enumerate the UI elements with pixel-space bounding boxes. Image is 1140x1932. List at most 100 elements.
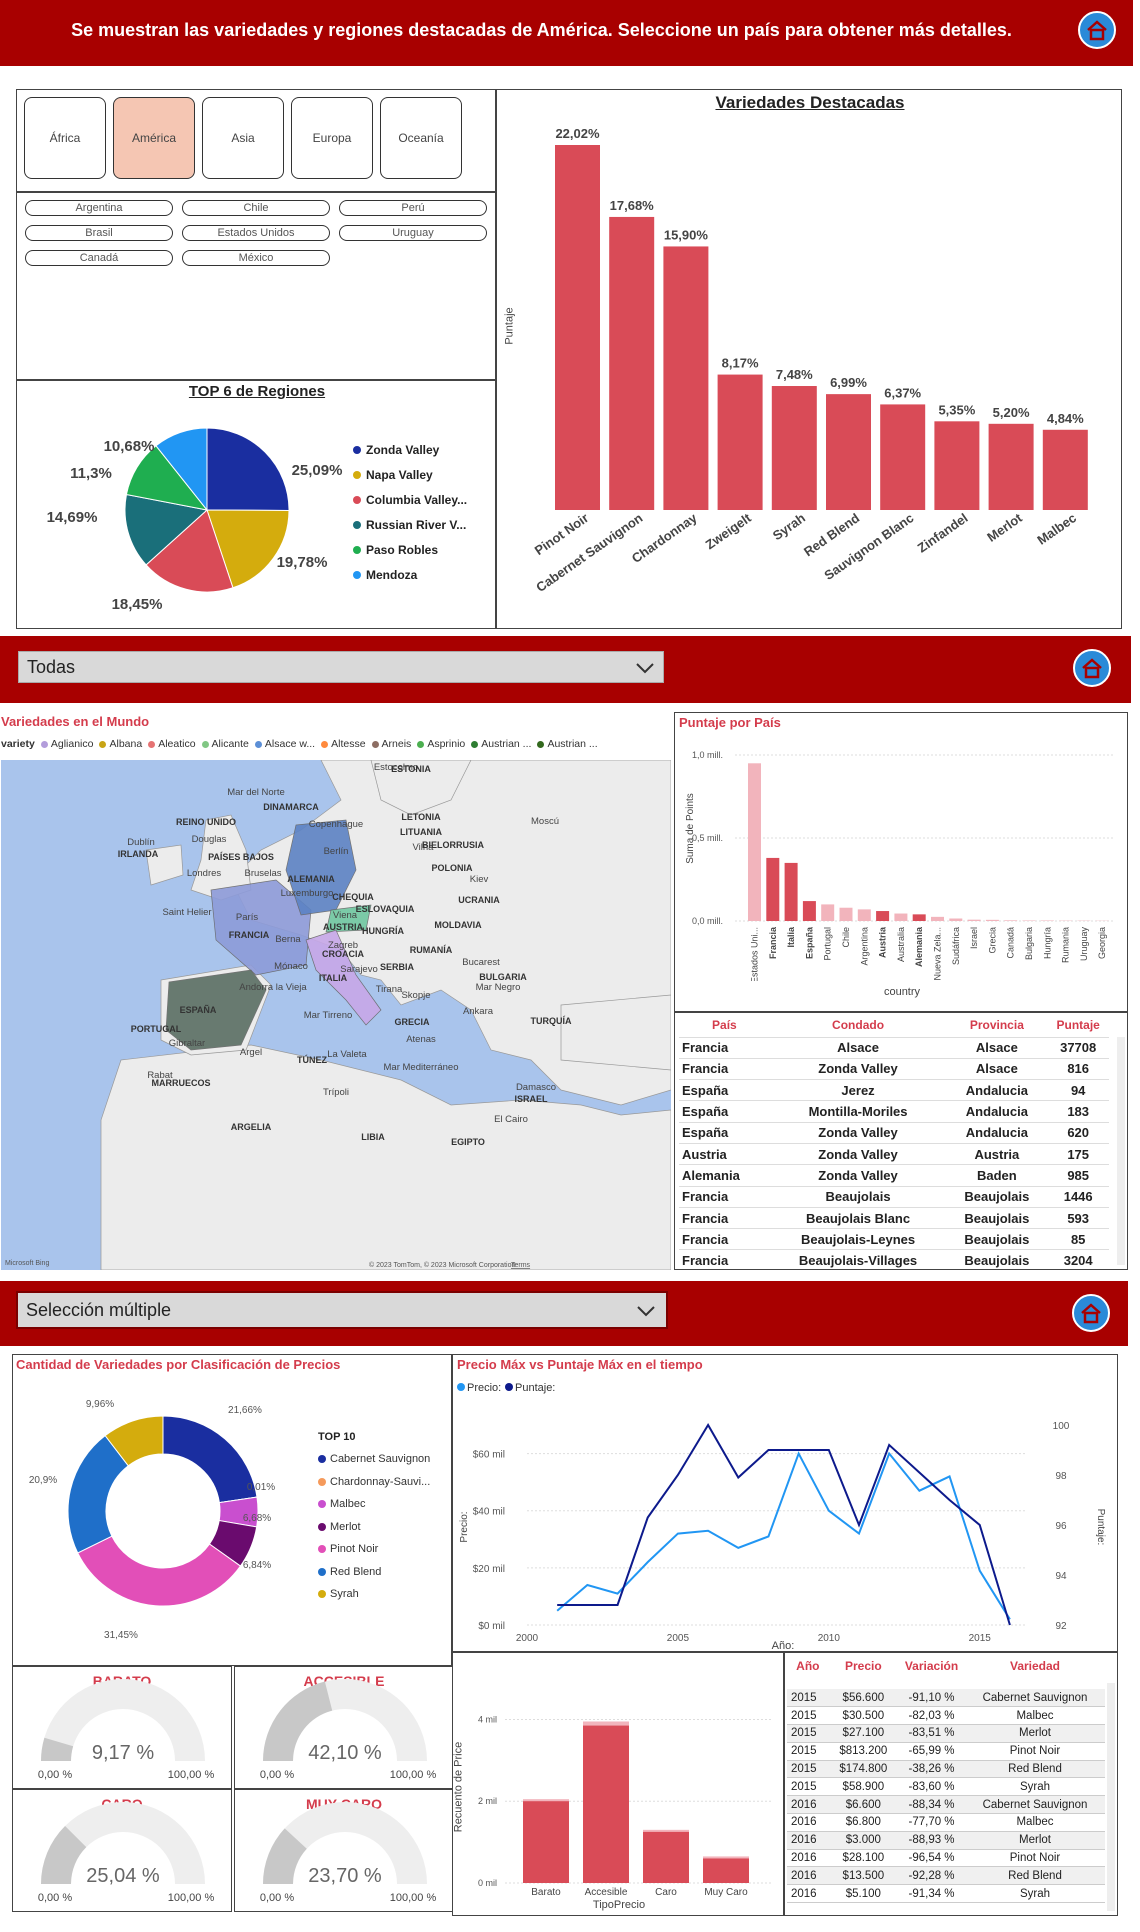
gauge-value: 9,17 % [92, 1742, 154, 1764]
country-button-brasil[interactable]: Brasil [25, 225, 173, 241]
ytick-right: 94 [1055, 1571, 1067, 1582]
country-button-argentina[interactable]: Argentina [25, 200, 173, 216]
map-credit: © 2023 TomTom, © 2023 Microsoft Corporat… [369, 1261, 515, 1269]
country-button-canada[interactable]: Canadá [25, 250, 173, 266]
ytick-right: 100 [1053, 1421, 1070, 1432]
map-label-argel: Argel [240, 1047, 262, 1058]
table2-header-precio[interactable]: Precio [829, 1653, 898, 1689]
donut-label: 9,96% [86, 1399, 114, 1410]
world-map[interactable]: EstocolmoESTONIAMar del NorteDINAMARCALE… [1, 760, 671, 1270]
table-cell: Francia [682, 1253, 729, 1269]
continent-button-asia[interactable]: Asia [202, 97, 284, 179]
country-label: Rumania [1061, 927, 1071, 963]
map-legend-item-arneis: Arneis [381, 738, 412, 750]
table-cell: Zonda Valley [818, 1146, 898, 1162]
pie-slice-zonda-valley [206, 427, 290, 511]
price-bar-muy-caro [703, 1858, 749, 1883]
bar-malbec [1042, 429, 1088, 510]
continent-button-america[interactable]: América [113, 97, 195, 179]
table2-cell: 2016 [787, 1849, 829, 1868]
table2-cell: -88,34 % [898, 1795, 966, 1815]
table2-header-variedad[interactable]: Variedad [965, 1653, 1105, 1689]
price-bar-barato [523, 1801, 569, 1883]
legend-label: Zonda Valley [366, 442, 440, 457]
table-cell: Beaujolais [964, 1189, 1030, 1205]
map-label-tripoli: Trípoli [323, 1087, 349, 1098]
map-label-skopje: Skopje [401, 990, 430, 1001]
legend-dot-price [457, 1383, 465, 1391]
country-bar-espana [802, 901, 816, 921]
variety-dropdown[interactable]: Todas [18, 651, 664, 683]
table2-cell: 2016 [787, 1831, 829, 1850]
gauge-chart: 25,04 % 0,00 % 100,00 % [38, 1802, 214, 1904]
table-cell: Beaujolais-Villages [798, 1253, 918, 1269]
country-button-peru[interactable]: Perú [339, 200, 487, 216]
ylabel-right: Puntaje: [1095, 1509, 1106, 1546]
donut-label: 0,01% [247, 1482, 275, 1493]
legend-label: Pinot Noir [330, 1543, 379, 1556]
country-button-uruguay[interactable]: Uruguay [339, 225, 487, 241]
map-label-estonia: ESTONIA [391, 764, 431, 774]
table-row: España Zonda Valley Andalucia 620 [679, 1122, 1109, 1143]
map-label-berlin: Berlín [324, 846, 349, 857]
table-cell: Alsace [975, 1061, 1018, 1077]
home-button-3[interactable] [1072, 1294, 1110, 1332]
table-cell: 620 [1067, 1125, 1090, 1141]
featured-varieties-chart: 22,02%Pinot Noir17,68%Cabernet Sauvignon… [532, 126, 1088, 595]
continent-button-europa[interactable]: Europa [291, 97, 373, 179]
gauge-chart: 42,10 % 0,00 % 100,00 % [260, 1679, 436, 1781]
continent-button-oceania[interactable]: Oceanía [380, 97, 462, 179]
table-header-provincia[interactable]: Provincia [946, 1013, 1047, 1037]
map-legend-dot [148, 740, 156, 748]
country-bar-chile [839, 907, 853, 921]
table2-cell: -91,10 % [898, 1689, 966, 1708]
home-icon [1087, 20, 1107, 41]
continent-button-africa[interactable]: África [24, 97, 106, 179]
table2-header-ano[interactable]: Año [787, 1653, 829, 1689]
map-terms-link: Terms [511, 1262, 531, 1269]
country-button-chile[interactable]: Chile [182, 200, 330, 216]
table-header-pais[interactable]: País [679, 1013, 770, 1037]
legend-item-paso-robles: Paso Robles [353, 537, 493, 562]
table-scrollbar[interactable] [1117, 1037, 1125, 1265]
table2-scrollbar[interactable] [1107, 1683, 1115, 1911]
legend-dot [318, 1455, 326, 1464]
home-button-2[interactable] [1073, 649, 1111, 687]
map-label-monaco: Mónaco [274, 961, 308, 972]
legend-price: Precio: [467, 1382, 501, 1394]
map-label-bielorrusia: BIELORRUSIA [422, 840, 485, 850]
table-row: Francia Alsace Alsace 37708 [679, 1037, 1109, 1058]
table2-cell: Red Blend [965, 1866, 1105, 1886]
variety-multiselect-dropdown[interactable]: Selección múltiple [16, 1291, 668, 1329]
table2-cell: $28.100 [828, 1849, 899, 1868]
map-label-bulgaria: BULGARIA [479, 972, 527, 982]
table2-cell: Malbec [965, 1813, 1105, 1832]
featured-ylabel: Puntaje [503, 307, 516, 345]
country-label: Bulgaria [1024, 927, 1034, 960]
gauge-value: 23,70 % [308, 1865, 382, 1887]
table-cell: Beaujolais Blanc [806, 1210, 911, 1226]
table2-row: 2015 $30.500 -82,03 % Malbec [787, 1706, 1105, 1726]
score-country-title: Puntaje por País [679, 715, 781, 730]
legend-label: Russian River V... [366, 517, 467, 532]
table2-cell: $27.100 [828, 1724, 899, 1743]
ylabel-left: Precio: [459, 1511, 470, 1542]
map-label-paises-bajos: PAÍSES BAJOS [208, 852, 274, 862]
table-cell: Francia [682, 1061, 729, 1077]
map-label-serbia: SERBIA [380, 962, 415, 972]
map-label-douglas: Douglas [192, 834, 227, 845]
gauge-max: 100,00 % [168, 1769, 215, 1781]
table-row: Alemania Zonda Valley Baden 985 [679, 1164, 1109, 1186]
xlabel: Año: [772, 1640, 795, 1649]
country-button-mexico[interactable]: México [182, 250, 330, 266]
table2-header-variacion[interactable]: Variación [898, 1653, 965, 1689]
map-label-polonia: POLONIA [431, 863, 473, 873]
bar-value-label: 17,68% [610, 198, 655, 213]
table-header-condado[interactable]: Condado [770, 1013, 947, 1037]
table-cell: 37708 [1060, 1040, 1097, 1056]
legend-label: Syrah [330, 1588, 359, 1601]
home-button[interactable] [1078, 11, 1116, 49]
map-label-grecia: GRECIA [394, 1017, 430, 1027]
table-header-puntaje[interactable]: Puntaje [1047, 1013, 1109, 1037]
country-button-estados-unidos[interactable]: Estados Unidos [182, 225, 330, 241]
